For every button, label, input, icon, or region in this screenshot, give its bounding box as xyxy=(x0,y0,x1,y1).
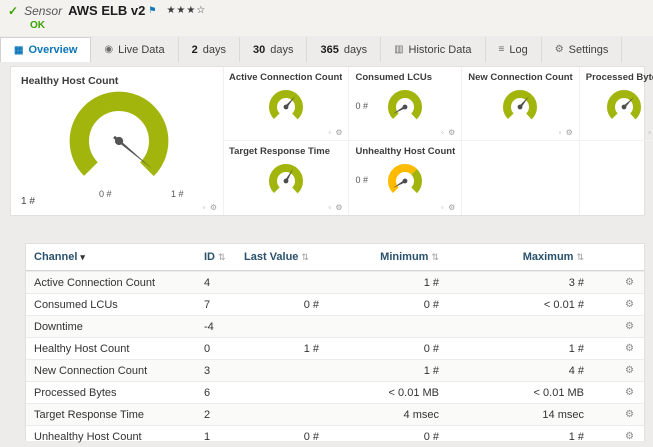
gauge-settings-icon[interactable]: ⚙ xyxy=(566,128,574,137)
gauge-scale-max: 1 # xyxy=(171,189,184,199)
gauge-dot-icon[interactable]: ◦ xyxy=(328,128,332,137)
table-row[interactable]: Healthy Host Count 0 1 # 0 # 1 # ⚙ xyxy=(26,337,644,359)
small-gauge xyxy=(268,164,303,198)
gauge-healthy-host-count: Healthy Host Count 0 # 1 # 1 # ◦ ⚙ xyxy=(11,67,224,215)
sort-icon: ⇅ xyxy=(218,252,226,262)
gauge-dot-icon[interactable]: ◦ xyxy=(328,203,332,212)
gauge-settings-icon[interactable]: ⚙ xyxy=(448,203,456,212)
channel-name[interactable]: New Connection Count xyxy=(26,365,204,377)
gauge-value: 0 # xyxy=(355,175,368,185)
small-gauge xyxy=(503,90,538,124)
tab-365-days[interactable]: 365 days xyxy=(307,37,382,62)
col-channel[interactable]: Channel ▾ xyxy=(26,251,204,263)
channel-settings-icon[interactable]: ⚙ xyxy=(584,431,644,442)
channel-settings-icon[interactable]: ⚙ xyxy=(584,387,644,398)
table-row[interactable]: Active Connection Count 4 1 # 3 # ⚙ xyxy=(26,271,644,293)
gauge-new-connection-count: New Connection Count ◦ ⚙ xyxy=(461,67,579,141)
small-gauges-grid: Active Connection Count ◦ ⚙ Consumed LCU… xyxy=(223,67,653,215)
status-badge: OK xyxy=(30,20,45,31)
channel-table: Channel ▾ ID ⇅ Last Value ⇅ Minimum ⇅ Maximu… xyxy=(25,243,645,443)
channel-settings-icon[interactable]: ⚙ xyxy=(584,299,644,310)
sort-desc-icon: ▾ xyxy=(80,252,85,262)
gauge-processed-bytes: Processed Bytes ◦ ⚙ xyxy=(578,67,653,141)
gauge-dot-icon[interactable]: ◦ xyxy=(441,128,445,137)
gauge-settings-icon[interactable]: ⚙ xyxy=(335,203,343,212)
tab-2-days[interactable]: 2 days xyxy=(179,37,240,62)
channel-name[interactable]: Processed Bytes xyxy=(26,387,204,399)
tab-live-data[interactable]: ◉ Live Data xyxy=(91,37,179,62)
gauge-value: 0 # xyxy=(355,101,368,111)
gauge-target-response-time: Target Response Time ◦ ⚙ xyxy=(229,146,344,212)
overview-icon: ▦ xyxy=(14,44,24,56)
channel-name[interactable]: Active Connection Count xyxy=(26,277,204,289)
sort-icon: ⇅ xyxy=(431,252,439,262)
channel-settings-icon[interactable]: ⚙ xyxy=(584,343,644,354)
tab-bar: ▦ Overview ◉ Live Data 2 days 30 days 36… xyxy=(0,37,653,62)
channel-settings-icon[interactable]: ⚙ xyxy=(584,321,644,332)
sensor-header: ✓ Sensor AWS ELB v2 ⚑ ★★★☆ OK xyxy=(0,0,653,36)
channel-settings-icon[interactable]: ⚙ xyxy=(584,365,644,376)
tab-settings[interactable]: ⚙ Settings xyxy=(542,37,623,62)
live-data-icon: ◉ xyxy=(104,44,114,55)
gauge-dot-icon[interactable]: ◦ xyxy=(558,128,562,137)
gauge-settings-icon[interactable]: ⚙ xyxy=(335,128,343,137)
table-row[interactable]: New Connection Count 3 1 # 4 # ⚙ xyxy=(26,359,644,381)
col-minimum[interactable]: Minimum ⇅ xyxy=(319,251,439,263)
tab-log[interactable]: ≡ Log xyxy=(486,37,542,62)
gauge-dot-icon[interactable]: ◦ xyxy=(441,203,445,212)
channel-settings-icon[interactable]: ⚙ xyxy=(584,409,644,420)
priority-stars[interactable]: ★★★☆ xyxy=(166,5,206,16)
table-row[interactable]: Unhealthy Host Count 1 0 # 0 # 1 # ⚙ xyxy=(26,425,644,447)
sort-icon: ⇅ xyxy=(576,252,584,262)
tab-30-days[interactable]: 30 days xyxy=(240,37,308,62)
tab-historic-data[interactable]: ▥ Historic Data xyxy=(381,37,486,62)
gauge-dot-icon[interactable]: ◦ xyxy=(203,203,207,212)
gauge-active-connection-count: Active Connection Count ◦ ⚙ xyxy=(223,67,349,141)
channel-name[interactable]: Downtime xyxy=(26,321,204,333)
gauge-scale-min: 0 # xyxy=(99,189,112,199)
gauge-value: 1 # xyxy=(21,196,35,207)
table-row[interactable]: Processed Bytes 6 < 0.01 MB < 0.01 MB ⚙ xyxy=(26,381,644,403)
channel-name[interactable]: Healthy Host Count xyxy=(26,343,204,355)
gauge-consumed-lcus: Consumed LCUs 0 # ◦ ⚙ xyxy=(348,67,462,141)
col-id[interactable]: ID ⇅ xyxy=(204,251,244,263)
page-title: AWS ELB v2 xyxy=(68,3,146,18)
sort-icon: ⇅ xyxy=(301,252,309,262)
gauge-cell-empty xyxy=(578,141,653,215)
gauges-panel: Healthy Host Count 0 # 1 # 1 # ◦ ⚙ Activ… xyxy=(10,66,653,216)
gauge-settings-icon[interactable]: ⚙ xyxy=(448,128,456,137)
tab-overview[interactable]: ▦ Overview xyxy=(0,37,92,62)
big-gauge xyxy=(69,91,169,191)
log-icon: ≡ xyxy=(498,44,505,55)
channel-settings-icon[interactable]: ⚙ xyxy=(584,277,644,288)
channel-name[interactable]: Consumed LCUs xyxy=(26,299,204,311)
table-row[interactable]: Target Response Time 2 4 msec 14 msec ⚙ xyxy=(26,403,644,425)
sensor-type-label: Sensor xyxy=(24,3,63,18)
flag-icon: ⚑ xyxy=(148,5,157,15)
historic-data-icon: ▥ xyxy=(394,44,404,55)
gauge-dot-icon[interactable]: ◦ xyxy=(648,128,652,137)
gauge-settings-icon[interactable]: ⚙ xyxy=(210,203,218,212)
status-check-icon: ✓ xyxy=(8,3,19,18)
table-row[interactable]: Downtime -4 ⚙ xyxy=(26,315,644,337)
col-maximum[interactable]: Maximum ⇅ xyxy=(439,251,584,263)
table-row[interactable]: Consumed LCUs 7 0 # 0 # < 0.01 # ⚙ xyxy=(26,293,644,315)
gear-icon: ⚙ xyxy=(554,44,564,55)
gauge-unhealthy-host-count: Unhealthy Host Count 0 # ◦ ⚙ xyxy=(348,141,461,215)
channel-name[interactable]: Target Response Time xyxy=(26,409,204,421)
gauge-cell-empty xyxy=(461,141,579,215)
small-gauge xyxy=(388,90,423,124)
table-header: Channel ▾ ID ⇅ Last Value ⇅ Minimum ⇅ Maximu… xyxy=(26,244,644,271)
small-gauge xyxy=(607,90,642,124)
small-gauge-warning xyxy=(388,164,423,198)
col-last-value[interactable]: Last Value ⇅ xyxy=(244,251,319,263)
small-gauge xyxy=(268,90,303,124)
